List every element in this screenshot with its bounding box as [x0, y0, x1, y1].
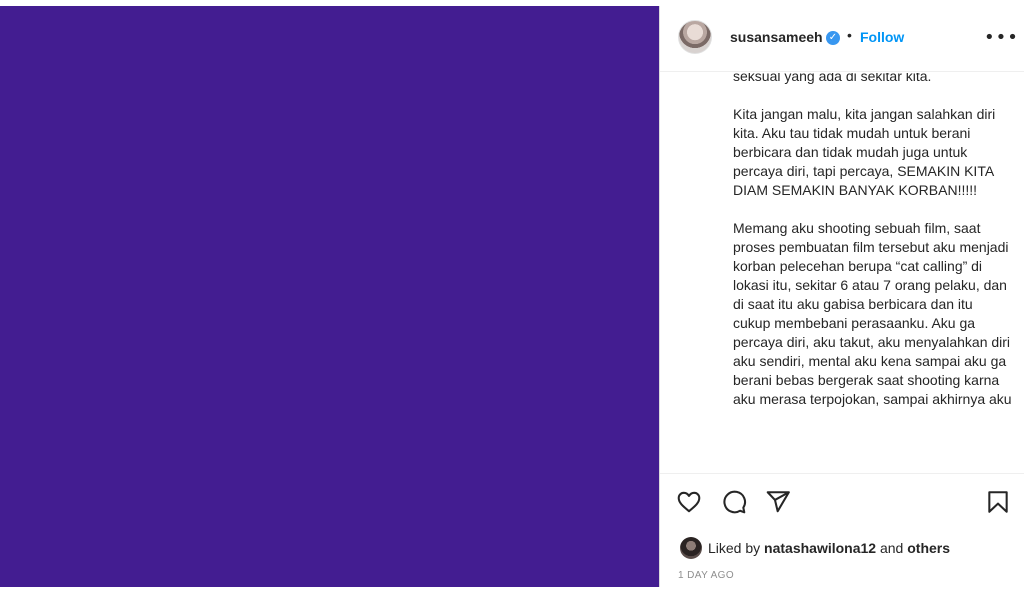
follow-button[interactable]: Follow	[860, 29, 904, 45]
caption-scroll-area[interactable]: seksual yang ada di sekitar kita. Kita j…	[660, 73, 1024, 473]
post-actions: Liked by natashawilona12 and others 1 DA…	[660, 473, 1024, 587]
comment-icon[interactable]	[721, 489, 747, 515]
likes-others-link[interactable]: others	[907, 540, 950, 556]
liker-username[interactable]: natashawilona12	[764, 540, 876, 556]
bookmark-icon[interactable]	[985, 489, 1011, 515]
likes-summary: Liked by natashawilona12 and others	[708, 540, 950, 556]
heart-icon[interactable]	[676, 489, 702, 515]
more-options-icon[interactable]: •••	[984, 28, 1018, 48]
share-icon[interactable]	[765, 489, 791, 515]
post-header: susansameeh ✓ • Follow •••	[660, 6, 1024, 72]
likes-prefix: Liked by	[708, 540, 761, 556]
post-timestamp[interactable]: 1 DAY AGO	[678, 570, 734, 581]
author-avatar[interactable]	[678, 20, 712, 54]
post-caption: seksual yang ada di sekitar kita. Kita j…	[733, 73, 1012, 407]
post-media[interactable]	[0, 6, 659, 587]
header-separator: •	[847, 27, 852, 43]
verified-badge-icon: ✓	[826, 31, 840, 45]
likes-joiner: and	[879, 540, 904, 556]
liker-avatar[interactable]	[680, 537, 702, 559]
post-side-panel: susansameeh ✓ • Follow ••• seksual yang …	[659, 6, 1024, 587]
author-username[interactable]: susansameeh	[730, 29, 823, 45]
